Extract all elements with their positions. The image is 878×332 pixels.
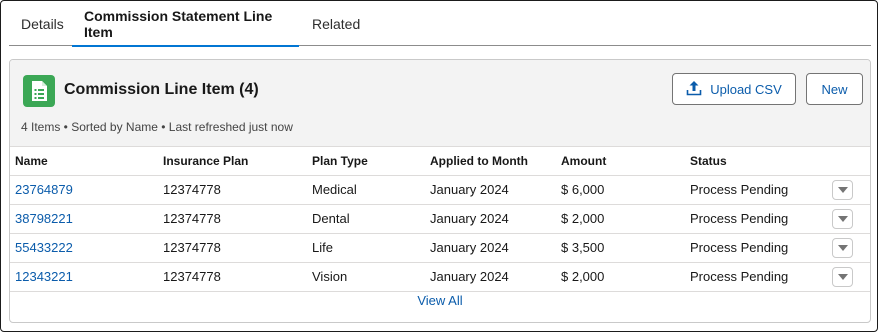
row-status: Process Pending xyxy=(690,240,789,255)
column-header-status: Status xyxy=(690,154,727,168)
row-plan-type: Vision xyxy=(312,269,348,284)
tab-details[interactable]: Details xyxy=(9,1,72,46)
column-header-amount: Amount xyxy=(561,154,607,168)
row-actions-button[interactable] xyxy=(832,238,853,258)
document-list-icon xyxy=(23,75,55,107)
row-actions-button[interactable] xyxy=(832,209,853,229)
row-name-link[interactable]: 38798221 xyxy=(15,205,73,233)
column-header-name: Name xyxy=(15,154,48,168)
row-plan-type: Life xyxy=(312,240,333,255)
new-button[interactable]: New xyxy=(806,73,863,105)
row-name-link[interactable]: 12343221 xyxy=(15,263,73,291)
column-header-plan-type: Plan Type xyxy=(312,154,368,168)
row-insurance-plan: 12374778 xyxy=(163,240,221,255)
tab-related[interactable]: Related xyxy=(299,1,360,46)
row-applied-month: January 2024 xyxy=(430,240,509,255)
row-status: Process Pending xyxy=(690,182,789,197)
row-applied-month: January 2024 xyxy=(430,211,509,226)
table-header: Name Insurance Plan Plan Type Applied to… xyxy=(10,147,870,176)
row-insurance-plan: 12374778 xyxy=(163,211,221,226)
tab-bar: Details Commission Statement Line Item R… xyxy=(9,1,871,47)
row-applied-month: January 2024 xyxy=(430,269,509,284)
chevron-down-icon xyxy=(837,187,848,193)
upload-icon xyxy=(686,80,710,99)
table-row: 55433222 12374778 Life January 2024 $ 3,… xyxy=(10,234,870,263)
row-applied-month: January 2024 xyxy=(430,182,509,197)
table-row: 23764879 12374778 Medical January 2024 $… xyxy=(10,176,870,205)
column-header-applied-to-month: Applied to Month xyxy=(430,154,528,168)
row-insurance-plan: 12374778 xyxy=(163,269,221,284)
card-title[interactable]: Commission Line Item (4) xyxy=(64,81,259,99)
list-meta-info: 4 Items • Sorted by Name • Last refreshe… xyxy=(21,120,293,134)
tab-commission-statement-line-item[interactable]: Commission Statement Line Item xyxy=(72,1,299,47)
row-amount: $ 2,000 xyxy=(561,211,605,226)
row-insurance-plan: 12374778 xyxy=(163,182,221,197)
table-row: 38798221 12374778 Dental January 2024 $ … xyxy=(10,205,870,234)
row-status: Process Pending xyxy=(690,211,789,226)
view-all-footer: View All xyxy=(10,293,870,308)
view-all-link[interactable]: View All xyxy=(417,293,462,308)
chevron-down-icon xyxy=(837,274,848,280)
chevron-down-icon xyxy=(837,216,848,222)
row-name-link[interactable]: 55433222 xyxy=(15,234,73,262)
row-plan-type: Medical xyxy=(312,182,357,197)
column-header-insurance-plan: Insurance Plan xyxy=(163,154,249,168)
line-items-table: Name Insurance Plan Plan Type Applied to… xyxy=(10,147,870,292)
related-list-card: Commission Line Item (4) Upload CSV New … xyxy=(9,59,871,323)
table-row: 12343221 12374778 Vision January 2024 $ … xyxy=(10,263,870,292)
row-status: Process Pending xyxy=(690,269,789,284)
row-amount: $ 2,000 xyxy=(561,269,605,284)
record-panel: Details Commission Statement Line Item R… xyxy=(0,0,878,332)
row-amount: $ 6,000 xyxy=(561,182,605,197)
card-header: Commission Line Item (4) Upload CSV New … xyxy=(10,60,870,147)
upload-csv-button[interactable]: Upload CSV xyxy=(672,73,796,105)
upload-csv-label: Upload CSV xyxy=(710,81,782,97)
row-actions-button[interactable] xyxy=(832,267,853,287)
row-name-link[interactable]: 23764879 xyxy=(15,176,73,204)
row-plan-type: Dental xyxy=(312,211,350,226)
chevron-down-icon xyxy=(837,245,848,251)
row-actions-button[interactable] xyxy=(832,180,853,200)
row-amount: $ 3,500 xyxy=(561,240,605,255)
